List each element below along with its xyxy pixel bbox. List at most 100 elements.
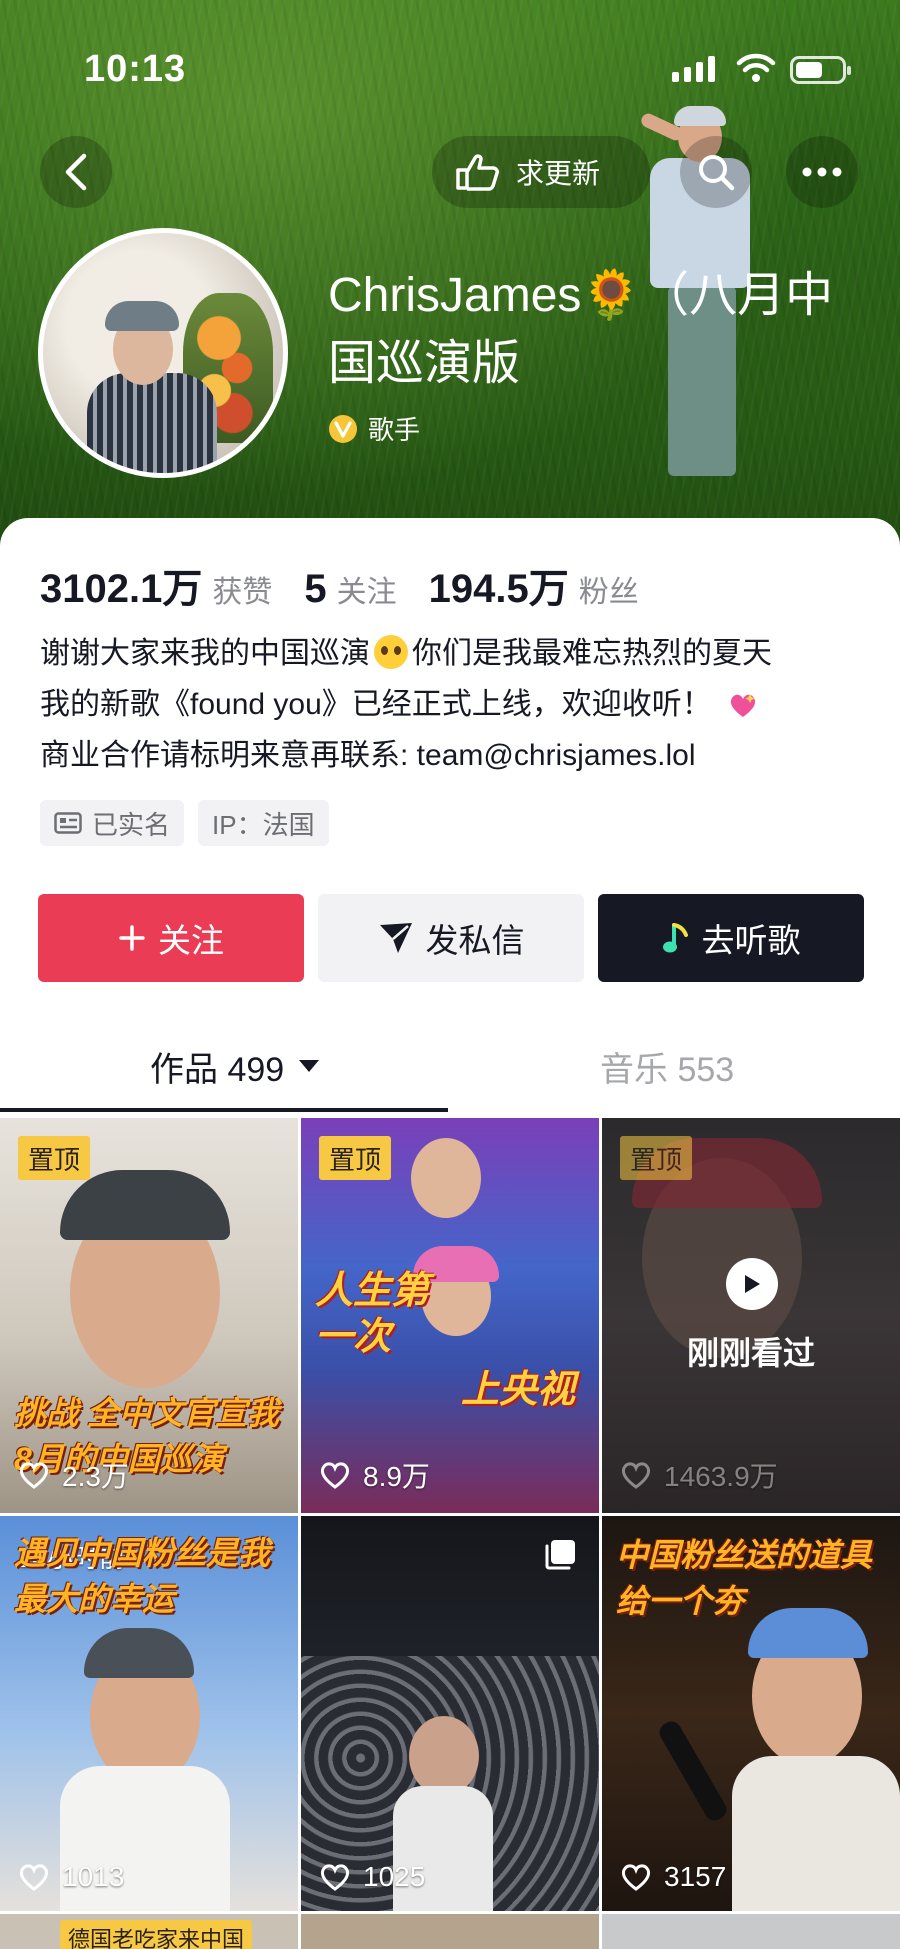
video-thumbnail-shirt	[732, 1756, 900, 1911]
send-message-label: 发私信	[425, 922, 525, 959]
active-tab-indicator	[0, 1108, 448, 1112]
video-tile[interactable]: 置顶 挑战 全中文官宣我8月的中国巡演 2.3万	[0, 1118, 298, 1513]
video-thumbnail-microphone	[655, 1717, 731, 1825]
video-likes: 1463.9万	[620, 1455, 778, 1495]
pinned-badge: 置顶	[620, 1136, 693, 1180]
follow-button-label: 关注	[158, 922, 224, 959]
battery-icon	[790, 56, 851, 84]
bio-line-1b: 你们是我最难忘热烈的夏天	[412, 637, 772, 670]
status-time: 10:13	[84, 48, 187, 90]
video-thumbnail-cap	[84, 1628, 194, 1678]
play-icon	[726, 1258, 778, 1310]
id-card-icon	[54, 812, 82, 834]
profile-actions: 关注 发私信 去听歌	[38, 894, 864, 982]
heart-outline-icon	[621, 1462, 651, 1489]
video-caption: 遇见中国粉丝是我最大的幸运	[14, 1535, 271, 1617]
video-caption: 中国粉丝送的道具给一个夯	[616, 1537, 873, 1619]
video-thumbnail-cap	[60, 1170, 230, 1240]
likes-count: 3102.1万	[40, 567, 203, 611]
following-label[interactable]: 关注	[337, 567, 397, 611]
profile-stats: 3102.1万 获赞 5 关注 194.5万 粉丝	[40, 556, 639, 614]
search-button[interactable]	[680, 136, 752, 208]
ip-location-tag: IP：法国	[198, 800, 329, 846]
video-likes: 2.3万	[18, 1455, 129, 1495]
status-bar: 10:13	[0, 0, 900, 120]
video-likes-count: 1013	[62, 1861, 125, 1892]
pinned-badge: 置顶	[18, 1136, 91, 1180]
request-update-label: 求更新	[516, 158, 601, 189]
video-likes: 8.9万	[319, 1455, 430, 1495]
following-count[interactable]: 5	[304, 567, 326, 612]
content-tabs: 作品 499 音乐 553	[0, 1018, 900, 1114]
followers-label[interactable]: 粉丝	[579, 567, 639, 611]
video-likes: 1013	[18, 1861, 124, 1893]
plus-icon	[119, 925, 145, 951]
bio-line-1a: 谢谢大家来我的中国巡演	[40, 637, 370, 670]
verification-label: 歌手	[368, 415, 421, 445]
video-caption: 德国老吃家来中国	[60, 1920, 253, 1949]
tab-works[interactable]: 作品 499	[150, 1018, 320, 1114]
music-note-icon	[662, 923, 688, 953]
wifi-icon	[736, 53, 776, 82]
video-likes-count: 1025	[363, 1861, 426, 1892]
likes-label: 获赞	[212, 576, 273, 609]
listen-songs-label: 去听歌	[701, 922, 801, 959]
video-likes-count: 8.9万	[363, 1461, 430, 1492]
pleading-face-emoji-icon	[374, 635, 408, 669]
video-caption-bottom: 上央视	[461, 1369, 576, 1411]
video-tile[interactable]: 置顶 人生第一次 上央视 8.9万	[301, 1118, 599, 1513]
tab-music-label: 音乐 553	[600, 1050, 735, 1089]
request-update-button[interactable]: 求更新	[432, 136, 650, 208]
profile-bio: 谢谢大家来我的中国巡演 你们是我最难忘热烈的夏天 我的新歌《found you》已…	[40, 628, 870, 781]
chevron-left-icon	[65, 153, 87, 191]
video-tile[interactable]: 14小时前 遇见中国粉丝是我最大的幸运 1013	[0, 1516, 298, 1911]
video-caption-top: 人生第一次	[315, 1270, 430, 1358]
video-tile[interactable]: 德国老吃家来中国	[0, 1914, 298, 1949]
pointing-hand-icon	[456, 154, 499, 191]
search-icon	[699, 155, 735, 191]
bio-line-2: 我的新歌《found you》已经正式上线，欢迎收听！	[40, 688, 712, 721]
ip-location-label: IP：法国	[212, 809, 315, 840]
listen-songs-button[interactable]: 去听歌	[598, 894, 864, 982]
video-tile[interactable]: 置顶 刚刚看过 1463.9万	[602, 1118, 900, 1513]
video-likes: 3157	[620, 1861, 726, 1893]
more-dots-icon	[802, 167, 842, 177]
avatar[interactable]	[38, 228, 288, 478]
bio-line-3: 商业合作请标明来意再联系: team@chrisjames.lol	[40, 739, 696, 772]
heart-outline-icon	[19, 1462, 49, 1489]
profile-username: ChrisJames🌻（八月中国巡演版	[328, 269, 834, 390]
verification-badge[interactable]: 歌手	[328, 410, 420, 447]
video-likes-count: 1463.9万	[664, 1461, 778, 1492]
profile-tags: 已实名 IP：法国	[40, 800, 329, 846]
paper-plane-icon	[379, 923, 412, 953]
video-tile[interactable]	[602, 1914, 900, 1949]
more-options-button[interactable]	[786, 136, 858, 208]
video-thumbnail-face	[409, 1716, 479, 1796]
tab-music[interactable]: 音乐 553	[600, 1018, 734, 1114]
tab-works-label: 作品 499	[150, 1050, 285, 1089]
back-button[interactable]	[40, 136, 112, 208]
followers-count[interactable]: 194.5万	[429, 556, 569, 614]
video-likes-count: 2.3万	[62, 1461, 129, 1492]
verified-v-icon	[329, 414, 357, 443]
caret-down-icon	[299, 1060, 320, 1072]
video-tile[interactable]: 1025	[301, 1516, 599, 1911]
heart-outline-icon	[621, 1864, 651, 1891]
video-likes: 1025	[319, 1861, 425, 1893]
video-tile[interactable]: 中国粉丝送的道具给一个夯 3157	[602, 1516, 900, 1911]
heart-outline-icon	[320, 1864, 350, 1891]
sparkling-heart-emoji-icon	[730, 694, 755, 717]
real-name-tag[interactable]: 已实名	[40, 800, 185, 846]
send-message-button[interactable]: 发私信	[318, 894, 584, 982]
video-thumbnail-face	[411, 1138, 481, 1218]
real-name-tag-label: 已实名	[92, 809, 171, 840]
video-likes-count: 3157	[664, 1861, 727, 1892]
recently-watched-label: 刚刚看过	[686, 1335, 815, 1371]
video-tile[interactable]	[301, 1914, 599, 1949]
follow-button[interactable]: 关注	[38, 894, 304, 982]
cellular-signal-icon	[672, 56, 715, 82]
multi-image-icon	[545, 1540, 575, 1570]
heart-outline-icon	[19, 1864, 49, 1891]
pinned-badge: 置顶	[319, 1136, 392, 1180]
heart-outline-icon	[320, 1462, 350, 1489]
